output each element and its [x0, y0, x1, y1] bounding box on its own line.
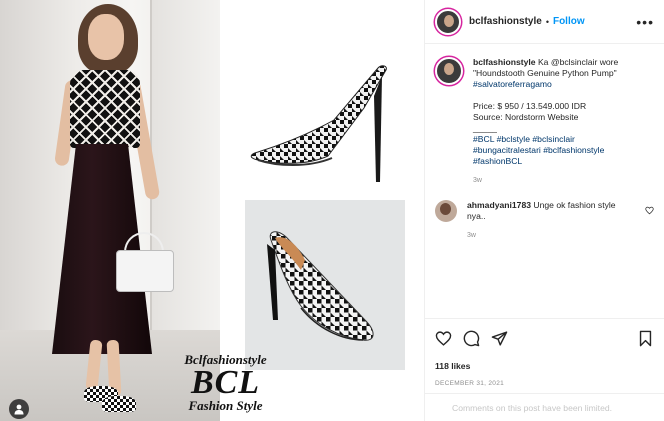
caption-tags2[interactable]: #bungacitralestari #bclfashionstyle — [473, 145, 618, 156]
heart-icon[interactable] — [435, 330, 452, 347]
post-username[interactable]: bclfashionstyle — [469, 16, 542, 27]
shoe-product-image-top — [250, 65, 387, 182]
tag-user-icon — [14, 404, 24, 415]
caption-username[interactable]: bclfashionstyle — [473, 57, 536, 67]
handbag — [116, 250, 174, 292]
post-header: bclfashionstyle • Follow ••• — [425, 0, 664, 44]
model-face — [88, 14, 124, 60]
caption-line1: Ka @bclsinclair wore — [537, 57, 619, 67]
avatar[interactable] — [435, 8, 461, 35]
watermark-line3: Fashion Style — [188, 398, 263, 413]
comment-username[interactable]: ahmadyani1783 — [467, 200, 531, 210]
comment-like-icon[interactable] — [645, 206, 654, 215]
comment-item: ahmadyani1783 Unge ok fashion style nya.… — [425, 186, 664, 241]
save-icon[interactable] — [637, 330, 654, 347]
caption-line3[interactable]: #salvatoreferragamo — [473, 79, 618, 90]
caption-tags1[interactable]: #BCL #bclstyle #bclsinclair — [473, 134, 618, 145]
caption: bclfashionstyle Ka @bclsinclair wore "Ho… — [425, 45, 664, 186]
caption-tags3[interactable]: #fashionBCL — [473, 156, 618, 167]
comment-body: ahmadyani1783 Unge ok fashion style nya.… — [467, 200, 627, 241]
follow-button[interactable]: Follow — [553, 16, 585, 27]
caption-avatar[interactable] — [435, 57, 463, 85]
post-media[interactable]: Bclfashionstyle BCL Fashion Style — [0, 0, 424, 421]
commenter-avatar[interactable] — [435, 200, 457, 222]
more-options-icon[interactable]: ••• — [636, 15, 654, 29]
caption-time[interactable]: 3w — [473, 175, 618, 186]
post-actions: 118 likes DECEMBER 31, 2021 — [425, 318, 664, 387]
caption-rule: _____ — [473, 123, 497, 133]
model-blouse — [70, 70, 140, 148]
model-shoe-right — [102, 396, 136, 412]
tag-user-button[interactable] — [9, 399, 29, 419]
caption-price: Price: $ 950 / 13.549.000 IDR — [473, 101, 587, 111]
comment-time[interactable]: 3w — [467, 230, 627, 241]
caption-line2: "Houndstooth Genuine Python Pump" — [473, 68, 617, 78]
post-date[interactable]: DECEMBER 31, 2021 — [435, 380, 654, 387]
comments-section[interactable]: bclfashionstyle Ka @bclsinclair wore "Ho… — [425, 45, 664, 317]
action-icons — [435, 327, 654, 349]
shoe-product-image-bottom — [245, 200, 405, 370]
watermark-line2: BCL — [190, 364, 261, 401]
likes-count[interactable]: 118 likes — [435, 361, 654, 371]
share-icon[interactable] — [491, 330, 508, 347]
separator-dot: • — [545, 16, 549, 27]
comment-icon[interactable] — [463, 330, 480, 347]
post-sidebar: bclfashionstyle • Follow ••• bclfashions… — [424, 0, 664, 421]
caption-body: bclfashionstyle Ka @bclsinclair wore "Ho… — [473, 57, 618, 186]
watermark: Bclfashionstyle BCL Fashion Style — [178, 352, 273, 414]
caption-source: Source: Nordstorm Website — [473, 112, 579, 122]
comments-limited-notice: Comments on this post have been limited. — [425, 393, 664, 421]
